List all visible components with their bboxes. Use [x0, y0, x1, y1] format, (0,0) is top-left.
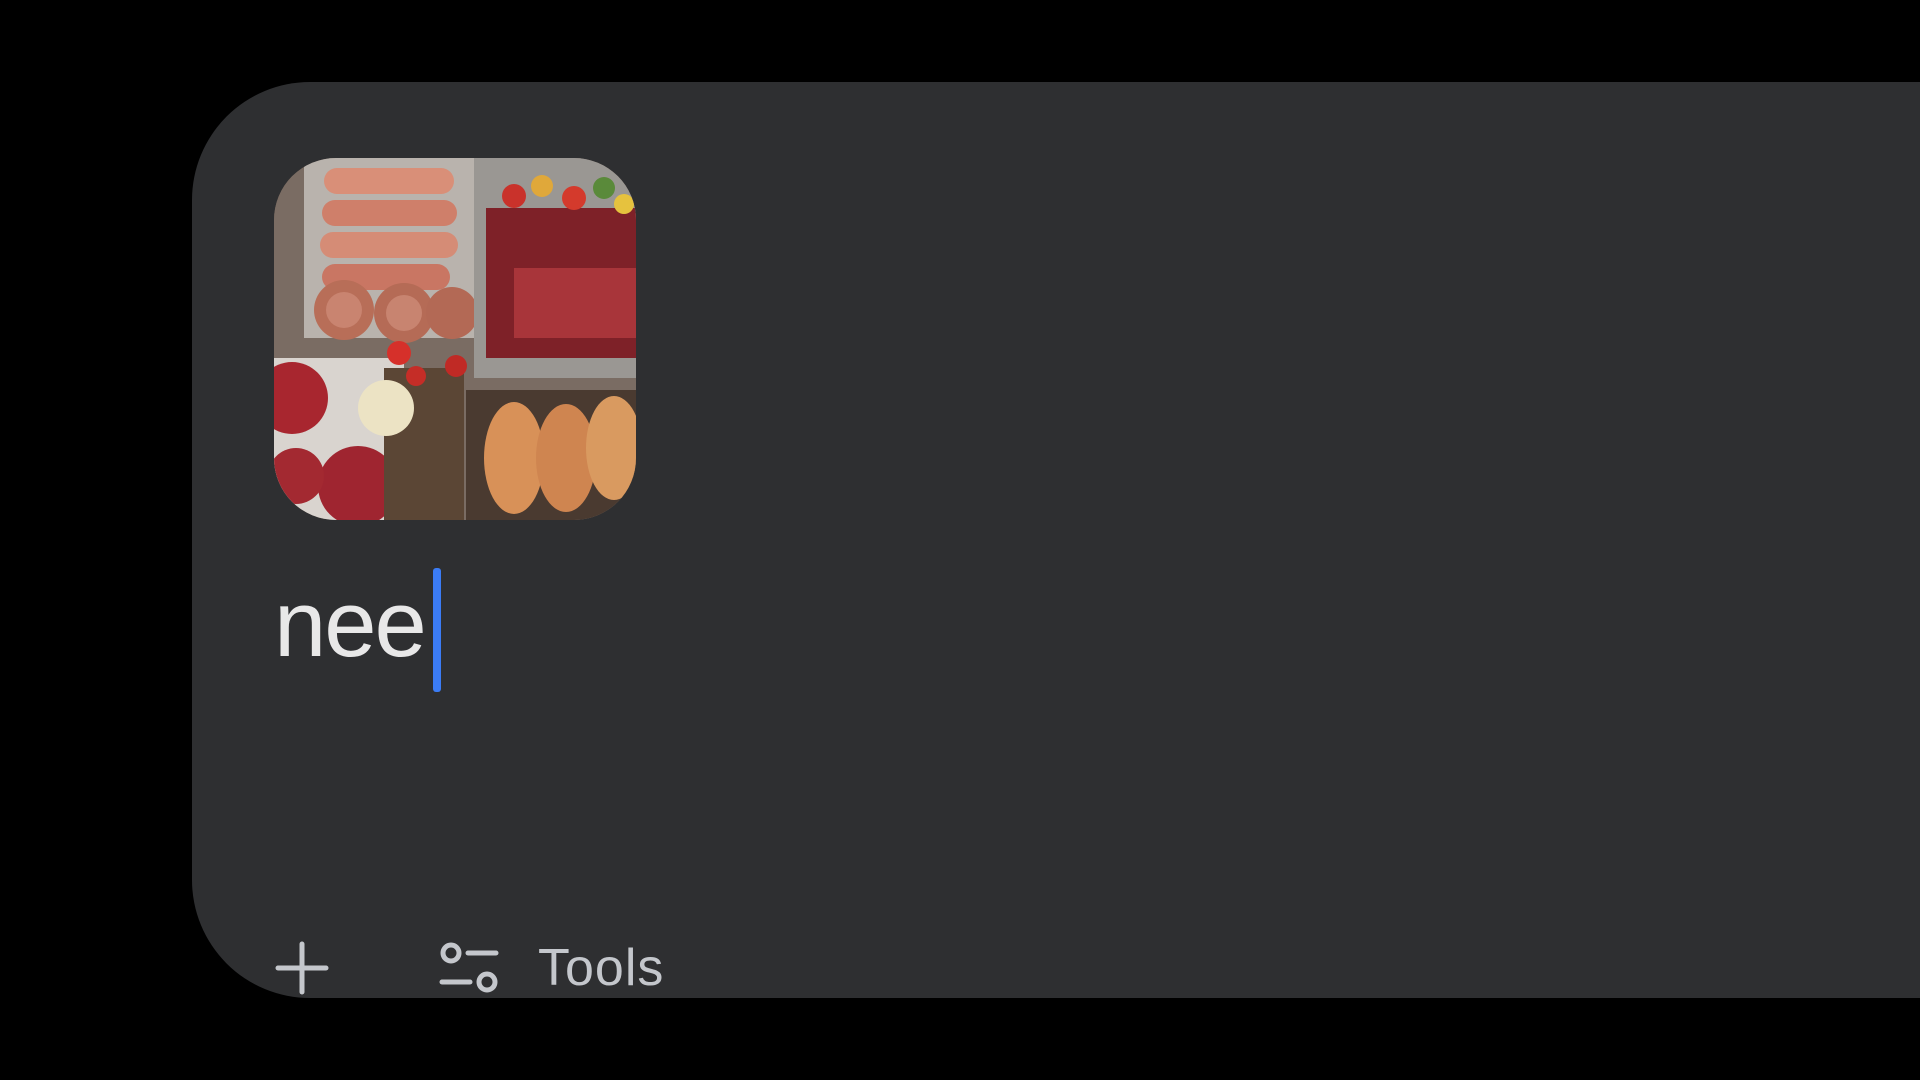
tools-label: Tools — [538, 939, 665, 997]
text-caret — [432, 568, 441, 692]
prompt-composer: nee Tools — [192, 82, 1920, 998]
screen: nee Tools — [0, 0, 1920, 1080]
prompt-input-text: nee — [274, 571, 427, 676]
plus-icon — [275, 941, 329, 995]
tune-settings-icon — [439, 942, 499, 993]
composer-toolbar: Tools — [262, 920, 664, 1016]
tools-button[interactable]: Tools — [438, 928, 664, 1008]
add-button[interactable] — [262, 928, 342, 1008]
prompt-input[interactable]: nee — [274, 560, 441, 700]
meat-platter-image — [274, 158, 636, 520]
attached-image-thumbnail[interactable] — [274, 158, 636, 520]
